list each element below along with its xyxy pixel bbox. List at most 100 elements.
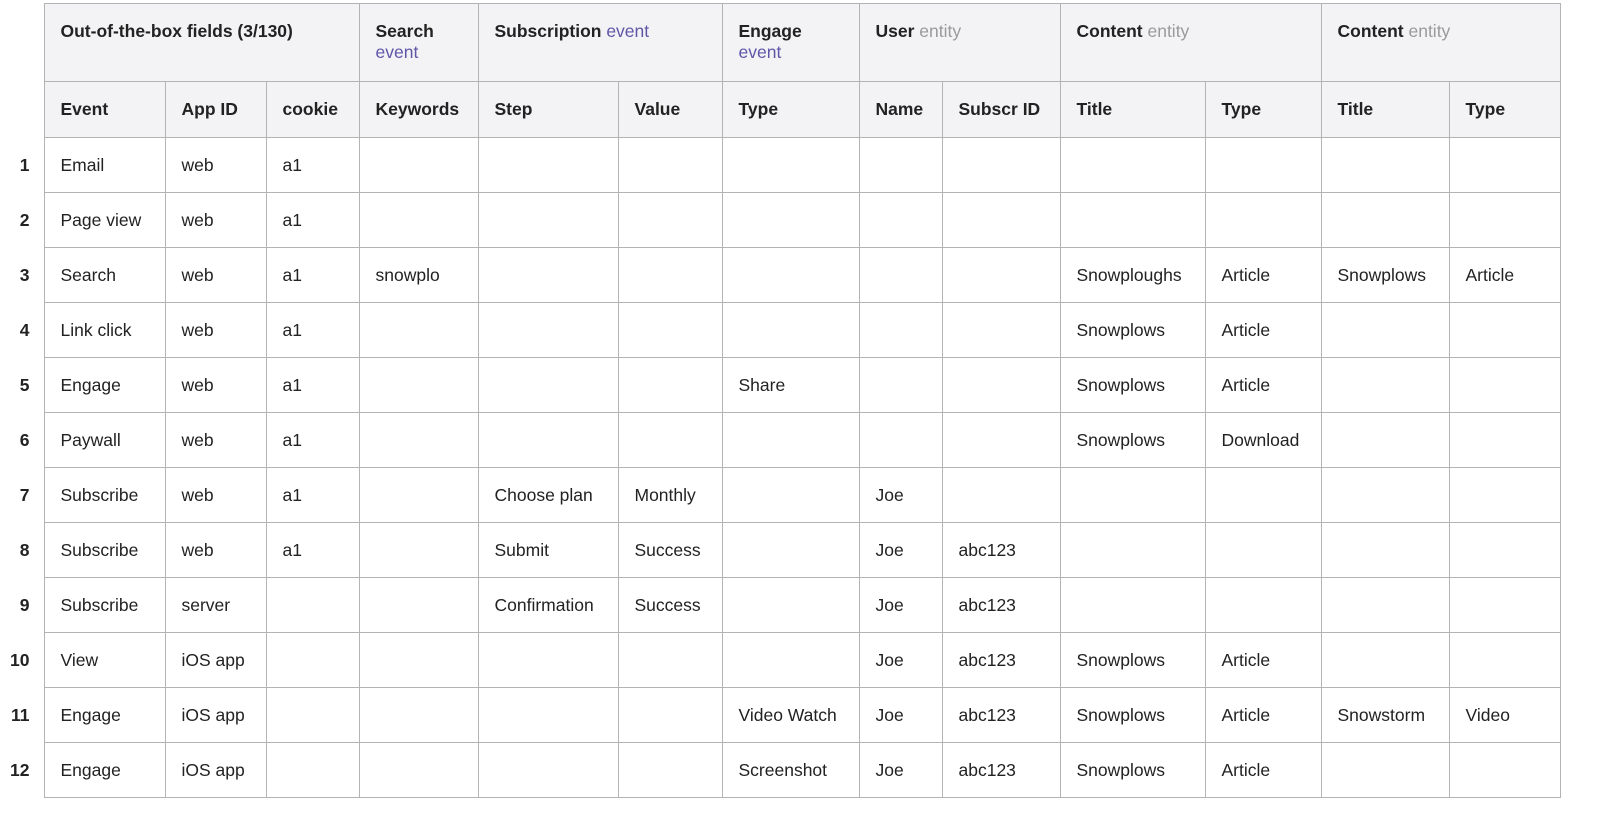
column-header: Type	[1204, 81, 1322, 138]
table-cell	[1320, 467, 1450, 523]
row-number: 8	[0, 522, 44, 578]
table-cell	[358, 137, 479, 193]
table-cell	[1320, 632, 1450, 688]
table-cell: Snowplows	[1059, 742, 1206, 798]
column-header: Type	[1448, 81, 1561, 138]
table-cell	[858, 247, 943, 303]
table-cell: Confirmation	[477, 577, 619, 633]
table-cell	[358, 357, 479, 413]
row-number: 12	[0, 742, 44, 798]
table-cell: Video	[1448, 687, 1561, 743]
table-row: 3 Search web a1 snowplo Snowploughs Article Sno…	[0, 247, 1561, 303]
group-header-suffix: event	[606, 21, 650, 41]
table-cell	[617, 742, 723, 798]
table-cell: Subscribe	[43, 577, 166, 633]
table-cell: Success	[617, 577, 723, 633]
table-cell	[1448, 357, 1561, 413]
table-cell: a1	[265, 522, 360, 578]
table-cell	[721, 247, 860, 303]
table-cell: a1	[265, 412, 360, 468]
table-cell: web	[164, 412, 267, 468]
column-header: Name	[858, 81, 943, 138]
row-number: 9	[0, 577, 44, 633]
table-cell	[1320, 357, 1450, 413]
row-number: 10	[0, 632, 44, 688]
group-header-suffix: entity	[1147, 21, 1190, 41]
table-cell: web	[164, 357, 267, 413]
table-cell	[617, 412, 723, 468]
table-cell	[1448, 467, 1561, 523]
table-cell: snowplo	[358, 247, 479, 303]
table-row: 2 Page view web a1	[0, 192, 1561, 248]
table-cell: Snowplows	[1059, 302, 1206, 358]
table-cell: View	[43, 632, 166, 688]
table-cell: abc123	[941, 742, 1061, 798]
table-cell	[858, 137, 943, 193]
table-cell: Engage	[43, 687, 166, 743]
table-cell	[721, 632, 860, 688]
table-cell: Snowplows	[1059, 687, 1206, 743]
table-cell	[1448, 412, 1561, 468]
table-cell	[1320, 302, 1450, 358]
table-cell	[721, 412, 860, 468]
column-header: Title	[1320, 81, 1450, 138]
table-cell	[1448, 742, 1561, 798]
table-cell	[721, 302, 860, 358]
table-cell	[1448, 302, 1561, 358]
events-table: Out-of-the-box fields (3/130) Search event…	[0, 3, 1561, 798]
table-cell	[477, 742, 619, 798]
table-cell: Article	[1204, 247, 1322, 303]
table-cell	[1320, 742, 1450, 798]
table-cell: Video Watch	[721, 687, 860, 743]
table-cell	[265, 632, 360, 688]
group-header-suffix: entity	[1408, 21, 1451, 41]
table-cell	[265, 742, 360, 798]
table-cell	[358, 687, 479, 743]
row-number: 7	[0, 467, 44, 523]
table-cell: iOS app	[164, 742, 267, 798]
table-cell: a1	[265, 302, 360, 358]
table-cell: web	[164, 137, 267, 193]
table-cell: Screenshot	[721, 742, 860, 798]
table-cell	[358, 302, 479, 358]
table-cell	[477, 137, 619, 193]
table-cell: Subscribe	[43, 522, 166, 578]
table-cell	[265, 687, 360, 743]
table-cell: Joe	[858, 467, 943, 523]
table-cell	[617, 687, 723, 743]
table-cell	[941, 192, 1061, 248]
table-row: 12 Engage iOS app Screenshot Joe abc123 Snowpl…	[0, 742, 1561, 798]
table-cell: Joe	[858, 742, 943, 798]
table-cell: Success	[617, 522, 723, 578]
group-header-suffix: event	[738, 42, 782, 62]
group-header: Engage event	[721, 3, 860, 82]
table-cell	[1320, 137, 1450, 193]
column-header: Title	[1059, 81, 1206, 138]
table-cell	[1448, 577, 1561, 633]
column-header: Event	[43, 81, 166, 138]
table-cell: iOS app	[164, 687, 267, 743]
table-header: Out-of-the-box fields (3/130) Search event…	[0, 3, 1561, 138]
column-header: Type	[721, 81, 860, 138]
table-cell: web	[164, 467, 267, 523]
table-cell: abc123	[941, 577, 1061, 633]
table-cell: Engage	[43, 742, 166, 798]
group-header: Out-of-the-box fields (3/130)	[43, 3, 360, 82]
table-cell	[617, 632, 723, 688]
table-cell	[1204, 577, 1322, 633]
table-cell: Snowplows	[1059, 632, 1206, 688]
group-header: Content entity	[1059, 3, 1322, 82]
table-cell: a1	[265, 247, 360, 303]
table-cell	[358, 522, 479, 578]
table-cell	[721, 192, 860, 248]
table-cell: Engage	[43, 357, 166, 413]
table-row: 5 Engage web a1 Share Snowplows Article	[0, 357, 1561, 413]
table-body: 1 Email web a1 2 Page view web a1 3 Search web a1 sn…	[0, 137, 1561, 798]
table-row: 7 Subscribe web a1 Choose plan Monthly Joe	[0, 467, 1561, 523]
table-cell: Submit	[477, 522, 619, 578]
table-cell: Article	[1204, 632, 1322, 688]
table-cell: Snowplows	[1320, 247, 1450, 303]
table-cell	[721, 137, 860, 193]
table-cell	[1059, 137, 1206, 193]
table-cell: abc123	[941, 522, 1061, 578]
